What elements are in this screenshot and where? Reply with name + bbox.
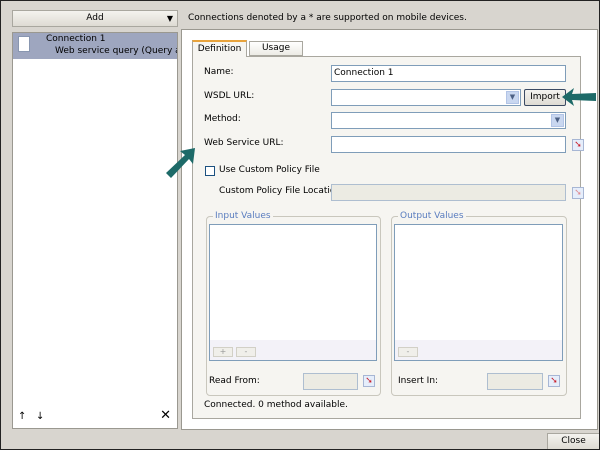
chevron-down-icon: ▼ bbox=[166, 14, 173, 23]
input-values-group: Input Values + - Read From: ➘ bbox=[206, 211, 381, 396]
custom-policy-checkbox[interactable] bbox=[205, 166, 215, 176]
import-label: Import bbox=[530, 92, 560, 102]
arrow-up-icon[interactable]: ↑ bbox=[18, 411, 26, 422]
output-values-label: Output Values bbox=[398, 211, 466, 221]
close-icon[interactable]: ✕ bbox=[160, 408, 171, 423]
policy-location-input[interactable] bbox=[331, 184, 566, 201]
cell-picker-icon[interactable]: ➘ bbox=[363, 375, 375, 387]
name-value: Connection 1 bbox=[334, 68, 394, 78]
cell-picker-icon[interactable]: ➘ bbox=[548, 375, 560, 387]
tab-definition[interactable]: Definition bbox=[192, 40, 247, 57]
document-icon bbox=[18, 36, 30, 52]
insert-in-label: Insert In: bbox=[398, 376, 439, 386]
list-item[interactable]: Connection 1 Web service query (Query as… bbox=[13, 33, 177, 59]
close-button[interactable]: Close bbox=[547, 433, 600, 450]
wsdl-url-select[interactable]: ▼ bbox=[331, 89, 521, 106]
read-from-input[interactable] bbox=[303, 373, 358, 390]
definition-panel: Name: Connection 1 WSDL URL: ▼ Import Me… bbox=[192, 56, 584, 419]
item-title: Connection 1 bbox=[46, 34, 106, 44]
annotation-arrow-icon bbox=[562, 88, 596, 106]
cell-picker-icon[interactable]: ➘ bbox=[572, 139, 584, 151]
cell-picker-icon[interactable]: ➘ bbox=[572, 187, 584, 199]
custom-policy-label: Use Custom Policy File bbox=[219, 165, 320, 175]
add-label: Add bbox=[86, 13, 104, 23]
item-subtitle: Web service query (Query as a Web Servic… bbox=[55, 46, 177, 56]
remove-input-button[interactable]: - bbox=[236, 347, 256, 357]
chevron-down-icon[interactable]: ▼ bbox=[551, 114, 564, 127]
tab-usage[interactable]: Usage bbox=[249, 41, 303, 56]
chevron-down-icon[interactable]: ▼ bbox=[506, 91, 519, 104]
input-values-list[interactable]: + - bbox=[209, 224, 377, 361]
arrow-down-icon[interactable]: ↓ bbox=[36, 411, 44, 422]
method-label: Method: bbox=[204, 114, 241, 124]
web-service-url-input[interactable] bbox=[331, 136, 566, 153]
status-text: Connected. 0 method available. bbox=[204, 400, 348, 410]
insert-in-input[interactable] bbox=[487, 373, 543, 390]
output-values-list[interactable]: - bbox=[394, 224, 563, 361]
output-values-group: Output Values - Insert In: ➘ bbox=[391, 211, 567, 396]
add-button[interactable]: Add ▼ bbox=[12, 10, 178, 27]
read-from-label: Read From: bbox=[209, 376, 260, 386]
connection-list[interactable]: Connection 1 Web service query (Query as… bbox=[12, 32, 178, 429]
wsdl-url-label: WSDL URL: bbox=[204, 91, 255, 101]
remove-output-button[interactable]: - bbox=[398, 347, 418, 357]
name-input[interactable]: Connection 1 bbox=[331, 65, 566, 82]
tab-label: Definition bbox=[197, 44, 242, 54]
close-label: Close bbox=[561, 436, 586, 446]
annotation-arrow-icon bbox=[166, 148, 195, 178]
header-note: Connections denoted by a * are supported… bbox=[188, 13, 467, 23]
add-input-button[interactable]: + bbox=[213, 347, 233, 357]
policy-location-label: Custom Policy File Location: bbox=[219, 186, 345, 196]
name-label: Name: bbox=[204, 67, 234, 77]
input-values-label: Input Values bbox=[213, 211, 273, 221]
web-service-url-label: Web Service URL: bbox=[204, 138, 284, 148]
method-select[interactable]: ▼ bbox=[331, 112, 566, 129]
tab-label: Usage bbox=[261, 43, 291, 53]
